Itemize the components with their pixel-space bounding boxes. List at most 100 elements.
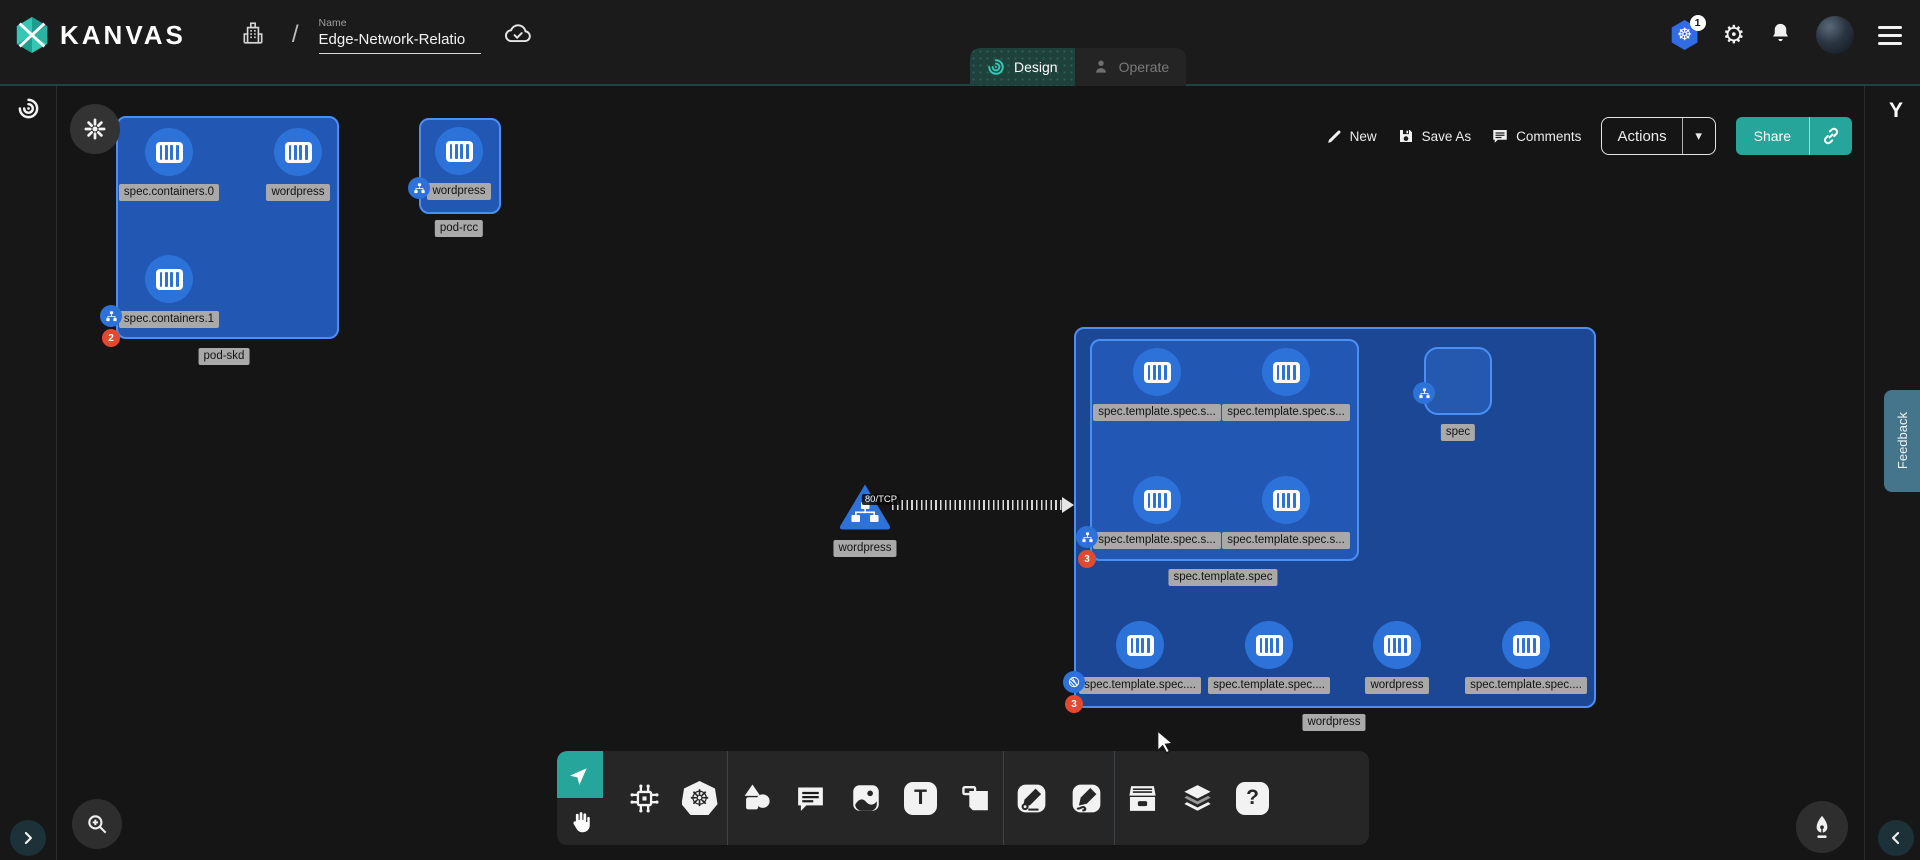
- help-glyph: ?: [1236, 782, 1269, 815]
- save-as-label: Save As: [1422, 129, 1472, 144]
- service-edge[interactable]: [892, 500, 1062, 510]
- comments-button[interactable]: Comments: [1491, 127, 1581, 145]
- yaml-toggle-icon[interactable]: Y: [1878, 99, 1914, 123]
- mode-tabs: Design Operate: [970, 48, 1186, 86]
- kanvas-app: KANVAS / Name Edge-Network-Relatio ☸ 1 ⚙: [0, 0, 1920, 860]
- deployment-count-badge[interactable]: 3: [1065, 695, 1083, 713]
- pod-rcc-sitemap-badge-icon[interactable]: [408, 177, 430, 199]
- integrations-circuit-tool[interactable]: [617, 781, 672, 816]
- edge-port-label: 80/TCP: [862, 494, 900, 505]
- save-as-button[interactable]: Save As: [1397, 127, 1472, 145]
- kanvas-logo[interactable]: KANVAS: [14, 16, 186, 54]
- service-node-label: wordpress: [833, 540, 896, 557]
- text-tool-glyph: T: [904, 782, 937, 815]
- feedback-tab[interactable]: Feedback: [1884, 390, 1920, 492]
- spec-sitemap-badge-icon[interactable]: [1413, 382, 1435, 404]
- spec-node[interactable]: [1424, 347, 1492, 415]
- freehand-draw-tool[interactable]: [1059, 781, 1114, 816]
- history-spiral-icon[interactable]: [17, 97, 40, 125]
- container-node-template-1[interactable]: spec.template.spec.s...: [1226, 348, 1346, 421]
- container-icon: [1116, 621, 1164, 669]
- pan-hand-tool-button[interactable]: [557, 798, 603, 845]
- container-node-wordpress[interactable]: wordpress: [238, 128, 358, 201]
- container-node-spec-containers-1[interactable]: spec.containers.1: [109, 255, 229, 328]
- node-label: spec.containers.1: [119, 311, 219, 328]
- design-action-bar: New Save As Comments Actions ▾ Share: [1326, 117, 1852, 155]
- app-header: KANVAS / Name Edge-Network-Relatio ☸ 1 ⚙: [0, 0, 1920, 86]
- design-name-field[interactable]: Name Edge-Network-Relatio: [319, 17, 481, 54]
- group-pod-skd-label: pod-skd: [199, 348, 250, 365]
- node-label: spec.template.spec....: [1465, 677, 1587, 694]
- copy-link-icon[interactable]: [1810, 117, 1852, 155]
- k8s-context-count-badge: 1: [1690, 15, 1706, 31]
- new-label: New: [1350, 129, 1377, 144]
- container-node-bottom-0[interactable]: spec.template.spec....: [1080, 621, 1200, 694]
- shapes-tool[interactable]: [728, 781, 783, 815]
- gear-node[interactable]: [70, 104, 120, 154]
- container-node-spec-containers-0[interactable]: spec.containers.0: [109, 128, 229, 201]
- container-icon: [145, 128, 193, 176]
- template-count-badge[interactable]: 3: [1078, 550, 1096, 568]
- container-node-template-2[interactable]: spec.template.spec.s...: [1097, 476, 1217, 549]
- layers-tool[interactable]: [1170, 781, 1225, 816]
- group-deployment-label: wordpress: [1302, 714, 1365, 731]
- name-label: Name: [319, 17, 481, 29]
- group-pod-rcc-label: pod-rcc: [435, 220, 483, 237]
- pod-skd-sitemap-badge-icon[interactable]: [100, 305, 122, 327]
- service-node-wordpress[interactable]: [837, 481, 893, 531]
- node-label: wordpress: [266, 184, 329, 201]
- hamburger-menu-icon[interactable]: [1878, 26, 1902, 45]
- container-node-template-3[interactable]: spec.template.spec.s...: [1226, 476, 1346, 549]
- template-sitemap-badge-icon[interactable]: [1076, 526, 1098, 548]
- actions-dropdown-button[interactable]: Actions ▾: [1601, 117, 1715, 155]
- sticky-note-tool[interactable]: [948, 782, 1003, 815]
- user-avatar[interactable]: [1816, 16, 1854, 54]
- chevron-down-icon[interactable]: ▾: [1683, 118, 1715, 154]
- toolbar-mode-column: [557, 751, 603, 845]
- design-spiral-icon: [987, 58, 1005, 76]
- container-node-template-0[interactable]: spec.template.spec.s...: [1097, 348, 1217, 421]
- share-button[interactable]: Share: [1736, 117, 1852, 155]
- pen-nib-button[interactable]: [1796, 801, 1848, 853]
- zoom-search-button[interactable]: [72, 799, 122, 849]
- workspace-icon[interactable]: [240, 20, 266, 51]
- tab-operate[interactable]: Operate: [1075, 48, 1187, 86]
- actions-divider: [1682, 118, 1683, 154]
- container-node-bottom-3[interactable]: spec.template.spec....: [1466, 621, 1586, 694]
- comment-tool[interactable]: [783, 782, 838, 815]
- help-tool[interactable]: ?: [1225, 782, 1280, 815]
- breadcrumb-separator: /: [292, 21, 299, 49]
- name-input[interactable]: Edge-Network-Relatio: [319, 31, 481, 54]
- container-icon: [1133, 348, 1181, 396]
- pod-skd-count-badge[interactable]: 2: [102, 329, 120, 347]
- container-icon: [1262, 476, 1310, 524]
- left-strip: [0, 86, 57, 860]
- notifications-bell-icon[interactable]: [1769, 21, 1792, 49]
- select-tool-button[interactable]: [557, 751, 603, 798]
- node-label: spec.template.spec.s...: [1093, 404, 1221, 421]
- node-label: wordpress: [427, 183, 490, 200]
- collapse-right-panel-button[interactable]: [1878, 820, 1914, 856]
- tab-design[interactable]: Design: [970, 48, 1075, 86]
- kanvas-logo-icon: [14, 16, 50, 54]
- container-icon: [274, 128, 322, 176]
- expand-left-panel-button[interactable]: [10, 820, 46, 856]
- container-node-bottom-wordpress[interactable]: wordpress: [1337, 621, 1457, 694]
- container-icon: [1502, 621, 1550, 669]
- text-tool[interactable]: T: [893, 782, 948, 815]
- pencil-icon: [1326, 128, 1343, 145]
- image-tool[interactable]: [838, 781, 893, 815]
- share-divider: [1809, 117, 1810, 155]
- container-icon: [1262, 348, 1310, 396]
- container-node-bottom-1[interactable]: spec.template.spec....: [1209, 621, 1329, 694]
- k8s-context-button[interactable]: ☸ 1: [1671, 20, 1699, 50]
- settings-gear-icon[interactable]: ⚙: [1723, 23, 1745, 48]
- deployment-badge-icon[interactable]: [1063, 671, 1085, 693]
- header-left: KANVAS / Name Edge-Network-Relatio: [0, 0, 533, 70]
- actions-label: Actions: [1602, 118, 1681, 154]
- archive-drawer-tool[interactable]: [1115, 781, 1170, 816]
- pen-line-tool[interactable]: [1004, 781, 1059, 816]
- new-button[interactable]: New: [1326, 128, 1377, 145]
- cloud-saved-icon: [503, 21, 533, 50]
- kubernetes-components-tool[interactable]: ☸: [672, 781, 727, 815]
